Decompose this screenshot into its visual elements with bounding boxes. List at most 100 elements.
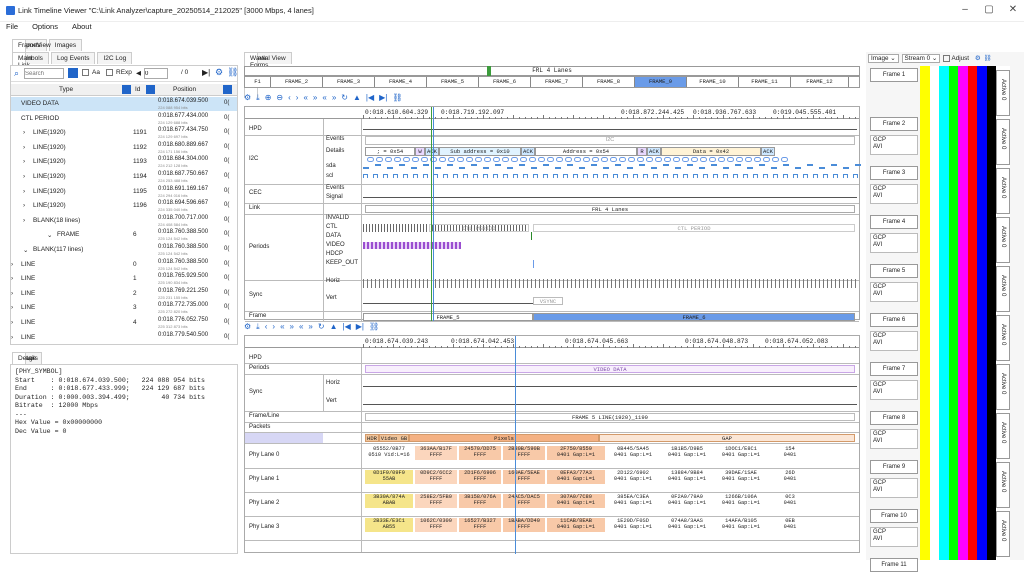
packet-label[interactable]: AVI <box>873 389 915 396</box>
frame-segment[interactable]: FRAME_5 <box>363 313 533 321</box>
phy-lane-cell[interactable]: 0B445/5A45 0401 Gap:L=1 <box>607 446 659 460</box>
link-bar[interactable]: FRL 4 Lanes <box>365 205 855 213</box>
table-row[interactable]: › LINE 0 0:018.760.388.500 225 124 542 bits 0… <box>11 258 237 272</box>
image-select[interactable]: Image ⌄ <box>868 54 899 63</box>
first-icon[interactable]: « <box>299 322 303 331</box>
time-cursor[interactable] <box>433 107 434 321</box>
phy-lane-cell[interactable]: 11CAB/8EAB 0401 Gap:L=1 <box>547 518 605 532</box>
symbol-segment[interactable]: HDR <box>365 434 379 442</box>
table-row[interactable]: › BLANK(18 lines) 0:018.700.717.000 224 408… <box>11 214 237 228</box>
id-filter-icon[interactable] <box>146 85 155 94</box>
table-row[interactable]: › LINE(1920) 1196 0:018.694.596.667 224 335 … <box>11 199 237 213</box>
settings-gear-icon[interactable]: ⚙ <box>975 55 981 62</box>
link-icon[interactable]: ⛓ <box>392 93 402 102</box>
phy-lane-cell[interactable]: 363AA/B17F FFFF <box>415 446 457 460</box>
i2c-detail-segment[interactable]: ACK <box>761 147 775 156</box>
tab-log-events[interactable]: Log Events <box>50 52 96 64</box>
phy-lane-cell[interactable]: 39DAE/1SAE 0401 Gap:L=1 <box>715 470 767 484</box>
menu-options[interactable]: Options <box>32 22 58 31</box>
packet-label[interactable]: GCP <box>873 284 915 291</box>
phy-lane-cell[interactable]: 16527/B327 FFFF <box>459 518 501 532</box>
phy-lane-cell[interactable]: 2D122/6902 0401 Gap:L=1 <box>607 470 659 484</box>
phy-lane-cell[interactable]: 1E20D/F0SD 0401 Gap:L=1 <box>607 518 659 532</box>
frame-overview-12[interactable]: FRAME_12 <box>791 77 849 87</box>
waveform-view-top[interactable]: 0:018.610.604.329 0:018.719.192.097 0:018.… <box>244 106 861 322</box>
table-row[interactable]: › LINE 0:018.779.540.500 0( <box>11 331 237 344</box>
index-input[interactable] <box>144 68 168 79</box>
bookmark-icon[interactable]: ▲ <box>330 322 338 331</box>
table-row[interactable]: › LINE 3 0:018.772.735.000 225 272 820 bits 0… <box>11 301 237 315</box>
stream-select[interactable]: Stream 0 ⌄ <box>901 54 941 63</box>
bookmark-icon[interactable]: ▲ <box>353 93 361 102</box>
phy-lane-cell[interactable]: 26D 0401 <box>769 470 811 484</box>
phy-lane-cell[interactable]: 1B1B5/D9B5 0401 Gap:L=1 <box>661 446 713 460</box>
frame-button[interactable]: Frame 9 <box>870 460 918 474</box>
frl-overview-bar[interactable]: FRL 4 Lanes <box>244 66 860 76</box>
ctl-period-segment[interactable]: CTL PERIOD <box>429 224 529 232</box>
last-icon[interactable]: » <box>332 93 336 102</box>
frame-button[interactable]: Frame 4 <box>870 215 918 229</box>
rexp-checkbox[interactable] <box>106 69 113 76</box>
i2c-detail-segment[interactable]: ; = 0x54 <box>365 147 415 156</box>
vsync-segment[interactable]: VSYNC <box>533 297 563 305</box>
col-position[interactable]: Position <box>173 86 196 93</box>
frame-overview-11[interactable]: FRAME_11 <box>739 77 791 87</box>
scroll-left-icon[interactable]: ‹ <box>265 322 268 331</box>
packet-label[interactable]: AVI <box>873 536 915 543</box>
frame-overview-10[interactable]: FRAME_10 <box>687 77 739 87</box>
phy-lane-cell[interactable]: 0D9C2/6CC2 FFFF <box>415 470 457 484</box>
frame-button[interactable]: Frame 3 <box>870 166 918 180</box>
frame-button[interactable]: Frame 11 <box>870 558 918 572</box>
tab-i2c-log[interactable]: I2C Log <box>97 52 133 64</box>
phy-lane-cell[interactable]: 0EFA3/77A3 0401 Gap:L=1 <box>547 470 605 484</box>
link-icon[interactable]: ⛓ <box>983 55 991 62</box>
symbol-segment[interactable]: Pixels <box>409 434 599 442</box>
phy-lane-cell[interactable]: 24570/DD75 FFFF <box>459 446 501 460</box>
marker-cursor[interactable] <box>431 107 432 321</box>
expand-chevron-icon[interactable]: › <box>11 275 13 282</box>
time-cursor[interactable] <box>515 336 516 554</box>
table-row[interactable]: CTL PERIOD 0:018.677.434.000 224 129 688 b… <box>11 112 237 126</box>
packet-label[interactable]: GCP <box>873 529 915 536</box>
frame-button[interactable]: Frame 1 <box>870 68 918 82</box>
packet-label[interactable]: GCP <box>873 431 915 438</box>
phy-lane-cell[interactable]: 1BABA/DD40 FFFF <box>503 518 545 532</box>
i2c-detail-segment[interactable]: ACK <box>647 147 661 156</box>
fast-forward-icon[interactable]: » <box>290 322 294 331</box>
goto-end-icon[interactable]: ▶| <box>379 93 387 102</box>
frame-button[interactable]: Frame 5 <box>870 264 918 278</box>
fast-forward-icon[interactable]: » <box>313 93 317 102</box>
scroll-right-icon[interactable]: › <box>296 93 299 102</box>
frame-button[interactable]: Frame 6 <box>870 313 918 327</box>
table-row[interactable]: ⌄ FRAME 6 0:018.760.388.500 225 124 542 bits… <box>11 228 237 242</box>
phy-lane-cell[interactable]: 307A0/7C80 0401 Gap:L=1 <box>547 494 605 508</box>
expand-chevron-icon[interactable]: › <box>11 319 13 326</box>
phy-lane-cell[interactable]: 2F759/8559 0401 Gap:L=1 <box>547 446 605 460</box>
table-row[interactable]: › LINE(1920) 1192 0:018.680.889.667 224 171 … <box>11 141 237 155</box>
packet-label[interactable]: AVI <box>873 291 915 298</box>
frame-button[interactable]: Frame 10 <box>870 509 918 523</box>
frame-overview-9[interactable]: FRAME_9 <box>635 77 687 87</box>
download-icon[interactable]: ⤓ <box>256 93 260 103</box>
menu-file[interactable]: File <box>6 22 18 31</box>
packet-label[interactable]: AVI <box>873 438 915 445</box>
aa-checkbox[interactable] <box>82 69 89 76</box>
i2c-detail-segment[interactable]: R <box>637 147 647 156</box>
phy-lane-cell[interactable]: 160AE/5EAE FFFF <box>503 470 545 484</box>
col-type[interactable]: Type <box>59 86 73 93</box>
expand-chevron-icon[interactable]: ⌄ <box>23 246 28 254</box>
expand-chevron-icon[interactable]: › <box>11 261 13 268</box>
symbol-segment[interactable]: Video GB <box>379 434 409 442</box>
frame-button[interactable]: Frame 7 <box>870 362 918 376</box>
phy-lane-cell[interactable]: 24AC5/DAC5 FFFF <box>503 494 545 508</box>
expand-chevron-icon[interactable]: › <box>11 304 13 311</box>
goto-end-icon[interactable]: ▶| <box>356 322 364 331</box>
phy-lane-cell[interactable]: 2D1F6/6906 FFFF <box>459 470 501 484</box>
frame-button[interactable]: Frame 8 <box>870 411 918 425</box>
search-go-icon[interactable] <box>68 68 78 78</box>
table-row[interactable]: › LINE 1 0:018.765.929.500 225 190 834 bits 0… <box>11 272 237 286</box>
i2c-detail-segment[interactable]: ACK <box>425 147 439 156</box>
frame-button[interactable]: Frame 2 <box>870 117 918 131</box>
phy-lane-cell[interactable]: 1062C/0300 FFFF <box>415 518 457 532</box>
scroll-left-icon[interactable]: ‹ <box>288 93 291 102</box>
